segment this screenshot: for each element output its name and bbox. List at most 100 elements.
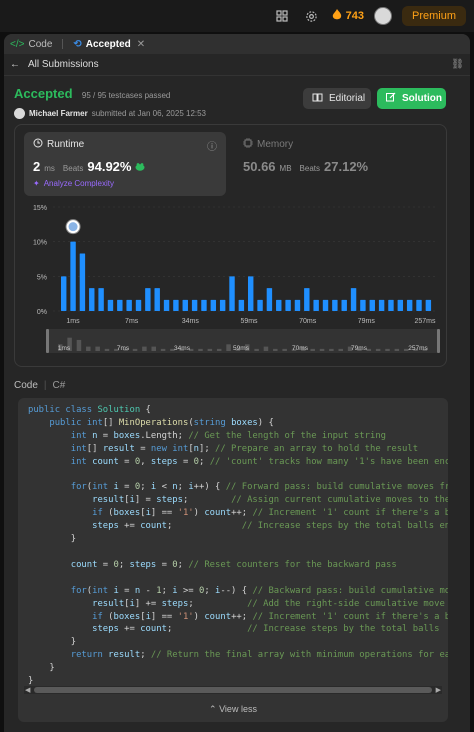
y-tick-label: 10% bbox=[33, 240, 47, 247]
tab-code[interactable]: </> Code bbox=[10, 39, 52, 50]
submitted-time: submitted at Jan 06, 2025 12:53 bbox=[91, 109, 207, 118]
submitter-line: Michael Farmer submitted at Jan 06, 2025… bbox=[14, 108, 460, 119]
chart-bar bbox=[378, 299, 385, 311]
tab-divider bbox=[62, 39, 64, 49]
code-viewer[interactable]: public class Solution { public int[] Min… bbox=[18, 398, 448, 722]
memory-label: Memory bbox=[257, 139, 294, 150]
runtime-beats-pct: 94.92% bbox=[87, 159, 132, 174]
tab-accepted-label: Accepted bbox=[85, 38, 131, 50]
overview-bar bbox=[385, 348, 390, 351]
chart-bar bbox=[210, 299, 217, 311]
overview-tick-label: 34ms bbox=[174, 345, 191, 352]
streak-count: 743 bbox=[345, 10, 364, 22]
overview-bar bbox=[142, 346, 147, 351]
solution-button[interactable]: Solution bbox=[377, 88, 446, 109]
x-tick-label: 1ms bbox=[66, 318, 80, 325]
view-less-button[interactable]: ⌃ View less bbox=[18, 704, 448, 715]
link-icon[interactable]: ⛓ bbox=[451, 59, 464, 70]
overview-tick-label: 70ms bbox=[292, 345, 309, 352]
book-icon bbox=[312, 93, 323, 105]
y-tick-label: 5% bbox=[37, 274, 47, 281]
x-tick-label: 59ms bbox=[240, 318, 258, 325]
horizontal-scrollbar[interactable]: ◀ ▶ bbox=[24, 686, 442, 694]
overview-bar bbox=[338, 348, 343, 351]
memory-value: 50.66 bbox=[243, 159, 276, 174]
chart-bar bbox=[135, 299, 142, 311]
editorial-button[interactable]: Editorial bbox=[303, 88, 371, 109]
chart-bar bbox=[163, 299, 170, 311]
chart-bar bbox=[285, 299, 291, 311]
chart-bar bbox=[266, 288, 273, 311]
premium-button[interactable]: Premium bbox=[401, 6, 466, 26]
status-label: Accepted bbox=[14, 86, 73, 101]
runtime-box[interactable]: Runtime ⓘ 2 ms Beats 94.92% ✦ Analyze Co… bbox=[24, 132, 226, 196]
range-handle-right bbox=[437, 329, 440, 353]
overview-bar bbox=[95, 346, 100, 351]
chart-bar bbox=[406, 299, 413, 311]
layout-icon[interactable] bbox=[272, 6, 292, 26]
chart-bar bbox=[425, 299, 432, 311]
testcases-passed: 95 / 95 testcases passed bbox=[81, 91, 171, 100]
chart-bar bbox=[107, 299, 114, 311]
overview-bar bbox=[319, 348, 325, 351]
chart-bar bbox=[304, 288, 310, 311]
streak-counter[interactable]: 743 bbox=[332, 8, 364, 24]
sparkle-icon: ✦ bbox=[33, 179, 40, 188]
scroll-left-icon[interactable]: ◀ bbox=[25, 686, 30, 694]
x-tick-label: 70ms bbox=[299, 318, 317, 325]
chart-bar bbox=[145, 288, 151, 311]
chart-bar bbox=[248, 276, 254, 311]
overview-bar bbox=[226, 344, 231, 351]
overview-bar bbox=[132, 348, 138, 351]
memory-unit: MB bbox=[279, 164, 292, 173]
overview-bar bbox=[160, 348, 166, 351]
overview-tick-label: 1ms bbox=[58, 345, 71, 352]
overview-tick-label: 7ms bbox=[117, 345, 130, 352]
chart-bar bbox=[294, 299, 301, 311]
chart-bar bbox=[79, 253, 86, 311]
history-icon: ⟲ bbox=[73, 38, 82, 50]
y-tick-label: 15% bbox=[33, 205, 47, 212]
close-icon[interactable]: ✕ bbox=[137, 39, 145, 50]
x-tick-label: 7ms bbox=[125, 318, 139, 325]
avatar[interactable] bbox=[373, 7, 392, 25]
info-icon[interactable]: ⓘ bbox=[207, 138, 217, 153]
overview-bar bbox=[263, 346, 269, 351]
memory-beats-label: Beats bbox=[299, 164, 321, 173]
y-tick-label: 0% bbox=[37, 309, 47, 316]
code-content: public class Solution { public int[] Min… bbox=[28, 405, 448, 687]
scroll-right-icon[interactable]: ▶ bbox=[436, 686, 441, 694]
chart-bar bbox=[201, 299, 207, 311]
clock-icon bbox=[33, 138, 43, 151]
chart-bar bbox=[126, 299, 132, 311]
runtime-beats-label: Beats bbox=[62, 164, 84, 173]
code-header: Code | C# bbox=[14, 380, 65, 391]
memory-box[interactable]: Memory 50.66 MB Beats 27.12% bbox=[243, 132, 433, 196]
edit-icon bbox=[386, 92, 396, 105]
chart-bar bbox=[191, 299, 198, 311]
chart-bar bbox=[173, 299, 179, 311]
chart-bar bbox=[416, 299, 422, 311]
chart-bar bbox=[182, 299, 188, 311]
gear-icon[interactable] bbox=[302, 6, 322, 26]
chart-bar bbox=[89, 288, 95, 311]
scrollbar-thumb[interactable] bbox=[34, 687, 432, 693]
runtime-distribution-chart[interactable]: 15% 10% 5% 0% 1ms 7ms 34ms 59ms 70ms 79ms 257ms 1ms… bbox=[15, 201, 448, 366]
overview-bar bbox=[366, 348, 372, 351]
overview-bar bbox=[375, 348, 381, 351]
runtime-unit: ms bbox=[44, 164, 55, 173]
avatar bbox=[14, 108, 25, 119]
chart-bar bbox=[350, 288, 357, 311]
tab-accepted[interactable]: ⟲ Accepted ✕ bbox=[73, 39, 145, 50]
user-name[interactable]: Michael Farmer bbox=[29, 109, 88, 118]
chart-bar bbox=[154, 288, 160, 311]
frog-icon bbox=[135, 160, 145, 174]
back-to-submissions[interactable]: ← All Submissions bbox=[10, 59, 99, 70]
overview-bar bbox=[394, 348, 400, 351]
user-position-avatar-inner bbox=[68, 222, 78, 232]
analyze-label: Analyze Complexity bbox=[43, 179, 114, 188]
runtime-value: 2 bbox=[33, 159, 41, 174]
code-section-label: Code bbox=[14, 380, 38, 391]
chart-bar bbox=[322, 299, 329, 311]
analyze-complexity-link[interactable]: ✦ Analyze Complexity bbox=[33, 179, 217, 188]
